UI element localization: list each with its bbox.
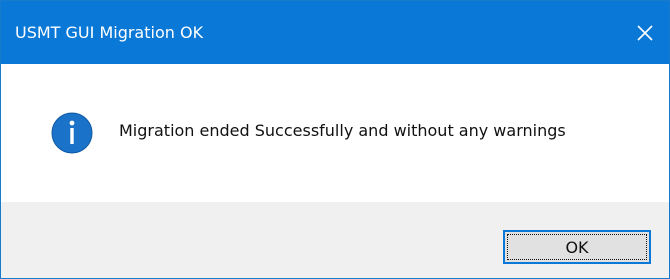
ok-button[interactable]: OK	[503, 230, 651, 264]
close-icon	[637, 24, 653, 41]
info-icon	[51, 112, 93, 154]
title-bar[interactable]: USMT GUI Migration OK	[1, 1, 669, 64]
close-button[interactable]	[621, 1, 669, 64]
dialog-content: Migration ended Successfully and without…	[1, 64, 669, 202]
message-dialog: USMT GUI Migration OK Migration ended Su…	[0, 0, 670, 279]
window-title: USMT GUI Migration OK	[15, 23, 204, 42]
dialog-footer: OK	[1, 202, 669, 278]
dialog-message: Migration ended Successfully and without…	[119, 121, 566, 140]
